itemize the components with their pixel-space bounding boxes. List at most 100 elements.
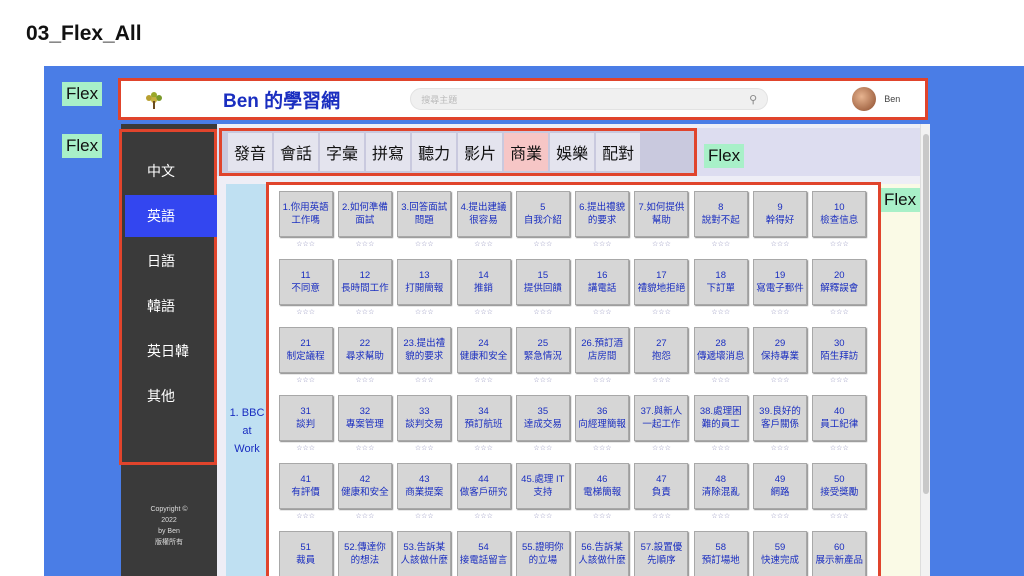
lesson-card[interactable]: 39.良好的 客戶關係 (753, 395, 808, 441)
lesson-card[interactable]: 15 提供回饋 (515, 259, 570, 305)
lesson-card[interactable]: 25 緊急情況 (515, 327, 570, 373)
lesson-card[interactable]: 3.回答面試 問題 (397, 191, 452, 237)
lesson-card[interactable]: 28 傳遞壞消息 (693, 327, 748, 373)
tab-video[interactable]: 影片 (458, 133, 503, 171)
lesson-card[interactable]: 12 長時間工作 (337, 259, 392, 305)
lesson-card[interactable]: 53.告訴某 人該做什麼 (397, 531, 452, 576)
lesson-card[interactable]: 46 電梯簡報 (575, 463, 630, 509)
lesson-card[interactable]: 11 不同意 (278, 259, 333, 305)
lesson-card[interactable]: 40 員工紀律 (812, 395, 867, 441)
lesson-card[interactable]: 47 負責 (634, 463, 689, 509)
lesson-card[interactable]: 30 陌生拜訪 (812, 327, 867, 373)
lesson-card[interactable]: 13 打開簡報 (397, 259, 452, 305)
user-name[interactable]: Ben (884, 94, 900, 104)
lesson-card[interactable]: 49 網路 (753, 463, 808, 509)
lesson-card[interactable]: 9 幹得好 (753, 191, 808, 237)
site-title[interactable]: Ben 的學習網 (223, 86, 340, 113)
avatar[interactable] (852, 87, 877, 111)
lesson-card[interactable]: 59 快速完成 (753, 531, 808, 576)
lesson-card[interactable]: 42 健康和安全 (337, 463, 392, 509)
slide-title: 03_Flex_All (26, 22, 142, 45)
series-label[interactable]: 1. BBC at Work (226, 404, 268, 458)
lesson-card[interactable]: 31 談判 (278, 395, 333, 441)
lesson-card[interactable]: 10 檢查信息 (812, 191, 867, 237)
lesson-card[interactable]: 23.提出禮 貌的要求 (397, 327, 452, 373)
scrollbar[interactable] (920, 124, 930, 576)
lesson-card[interactable]: 35 達成交易 (515, 395, 570, 441)
lesson-card[interactable]: 43 商業提案 (397, 463, 452, 509)
lesson-card[interactable]: 54 接電話留言 (456, 531, 511, 576)
sidebar-item-korean[interactable]: 韓語 (125, 285, 217, 327)
lesson-card[interactable]: 33 談判交易 (397, 395, 452, 441)
tab-matching[interactable]: 配對 (596, 133, 641, 171)
search-input[interactable]: 搜尋主題 ⚲ (410, 88, 769, 110)
tab-spelling[interactable]: 拼寫 (366, 133, 411, 171)
tab-pronunciation[interactable]: 發音 (228, 133, 273, 171)
scroll-thumb[interactable] (923, 134, 929, 494)
tab-business[interactable]: 商業 (504, 133, 549, 171)
lesson-card[interactable]: 6.提出禮貌 的要求 (575, 191, 630, 237)
series-label-line: Work (234, 443, 260, 455)
lesson-card[interactable]: 51 裁員 (278, 531, 333, 576)
lesson-card[interactable]: 36 向經理簡報 (575, 395, 630, 441)
sidebar-item-other[interactable]: 其他 (125, 375, 217, 417)
sidebar-item-japanese[interactable]: 日語 (125, 240, 217, 282)
lesson-card[interactable]: 34 預訂航班 (456, 395, 511, 441)
lesson-title: 做客戶研究 (459, 487, 508, 498)
lesson-card[interactable]: 32 專案管理 (337, 395, 392, 441)
lesson-card[interactable]: 21 制定議程 (278, 327, 333, 373)
lesson-card[interactable]: 58 預訂場地 (693, 531, 748, 576)
lesson-number: 53.告訴某 (403, 542, 446, 553)
lesson-card[interactable]: 2.如何準備 面試 (337, 191, 392, 237)
lesson-title: 裁員 (296, 555, 316, 566)
lesson-card[interactable]: 41 有評價 (278, 463, 333, 509)
lesson-card[interactable]: 19 寫電子郵件 (753, 259, 808, 305)
lesson-cell: 30 陌生拜訪 ☆☆☆ (810, 327, 869, 395)
tab-conversation[interactable]: 會話 (274, 133, 319, 171)
lesson-card[interactable]: 26.預訂酒 店房間 (575, 327, 630, 373)
lesson-card[interactable]: 52.傳達你 的想法 (337, 531, 392, 576)
tab-entertainment[interactable]: 娛樂 (550, 133, 595, 171)
lesson-card[interactable]: 50 接受獎勵 (812, 463, 867, 509)
lesson-card[interactable]: 16 講電話 (575, 259, 630, 305)
lesson-card[interactable]: 48 清除混亂 (693, 463, 748, 509)
lesson-card[interactable]: 18 下訂單 (693, 259, 748, 305)
lesson-card[interactable]: 44 做客戶研究 (456, 463, 511, 509)
lesson-card[interactable]: 20 解釋誤會 (812, 259, 867, 305)
lesson-card[interactable]: 8 說對不起 (693, 191, 748, 237)
rating-stars: ☆☆☆ (652, 513, 671, 520)
lesson-card[interactable]: 5 自我介紹 (515, 191, 570, 237)
search-icon[interactable]: ⚲ (749, 93, 757, 106)
lesson-card[interactable]: 14 推銷 (456, 259, 511, 305)
lesson-card[interactable]: 24 健康和安全 (456, 327, 511, 373)
lesson-cell: 33 談判交易 ☆☆☆ (395, 395, 454, 463)
lesson-card[interactable]: 56.告訴某 人該做什麼 (575, 531, 630, 576)
lesson-number: 34 (478, 406, 489, 417)
lesson-card[interactable]: 38.處理困 難的員工 (693, 395, 748, 441)
tab-vocabulary[interactable]: 字彙 (320, 133, 365, 171)
lesson-card[interactable]: 7.如何提供 幫助 (634, 191, 689, 237)
lesson-card[interactable]: 17 禮貌地拒絕 (634, 259, 689, 305)
sidebar-item-chinese[interactable]: 中文 (125, 150, 217, 192)
lesson-card[interactable]: 57.設置優 先順序 (634, 531, 689, 576)
lesson-card[interactable]: 22 尋求幫助 (337, 327, 392, 373)
flex-label-sidebar: Flex (62, 134, 103, 158)
lesson-title: 禮貌地拒絕 (637, 283, 686, 294)
tree-logo-icon[interactable] (139, 84, 169, 114)
sidebar-item-english[interactable]: 英語 (125, 195, 217, 237)
lesson-card[interactable]: 27 抱怨 (634, 327, 689, 373)
lesson-title: 先順序 (647, 555, 676, 566)
lesson-title: 緊急情況 (523, 351, 562, 362)
lesson-card[interactable]: 60 展示新產品 (812, 531, 867, 576)
tab-listening[interactable]: 聽力 (412, 133, 457, 171)
lesson-number: 51 (300, 542, 311, 553)
lesson-card[interactable]: 1.你用英語 工作嗎 (278, 191, 333, 237)
lesson-card[interactable]: 45.處理 IT 支持 (515, 463, 570, 509)
lesson-card[interactable]: 37.與新人 一起工作 (634, 395, 689, 441)
sidebar-item-eng-jp-kr[interactable]: 英日韓 (125, 330, 217, 372)
lesson-card[interactable]: 4.提出建議 很容易 (456, 191, 511, 237)
lesson-title: 很容易 (469, 215, 498, 226)
lesson-card[interactable]: 55.證明你 的立場 (515, 531, 570, 576)
lesson-card[interactable]: 29 保持專業 (753, 327, 808, 373)
lesson-number: 8 (718, 202, 724, 213)
